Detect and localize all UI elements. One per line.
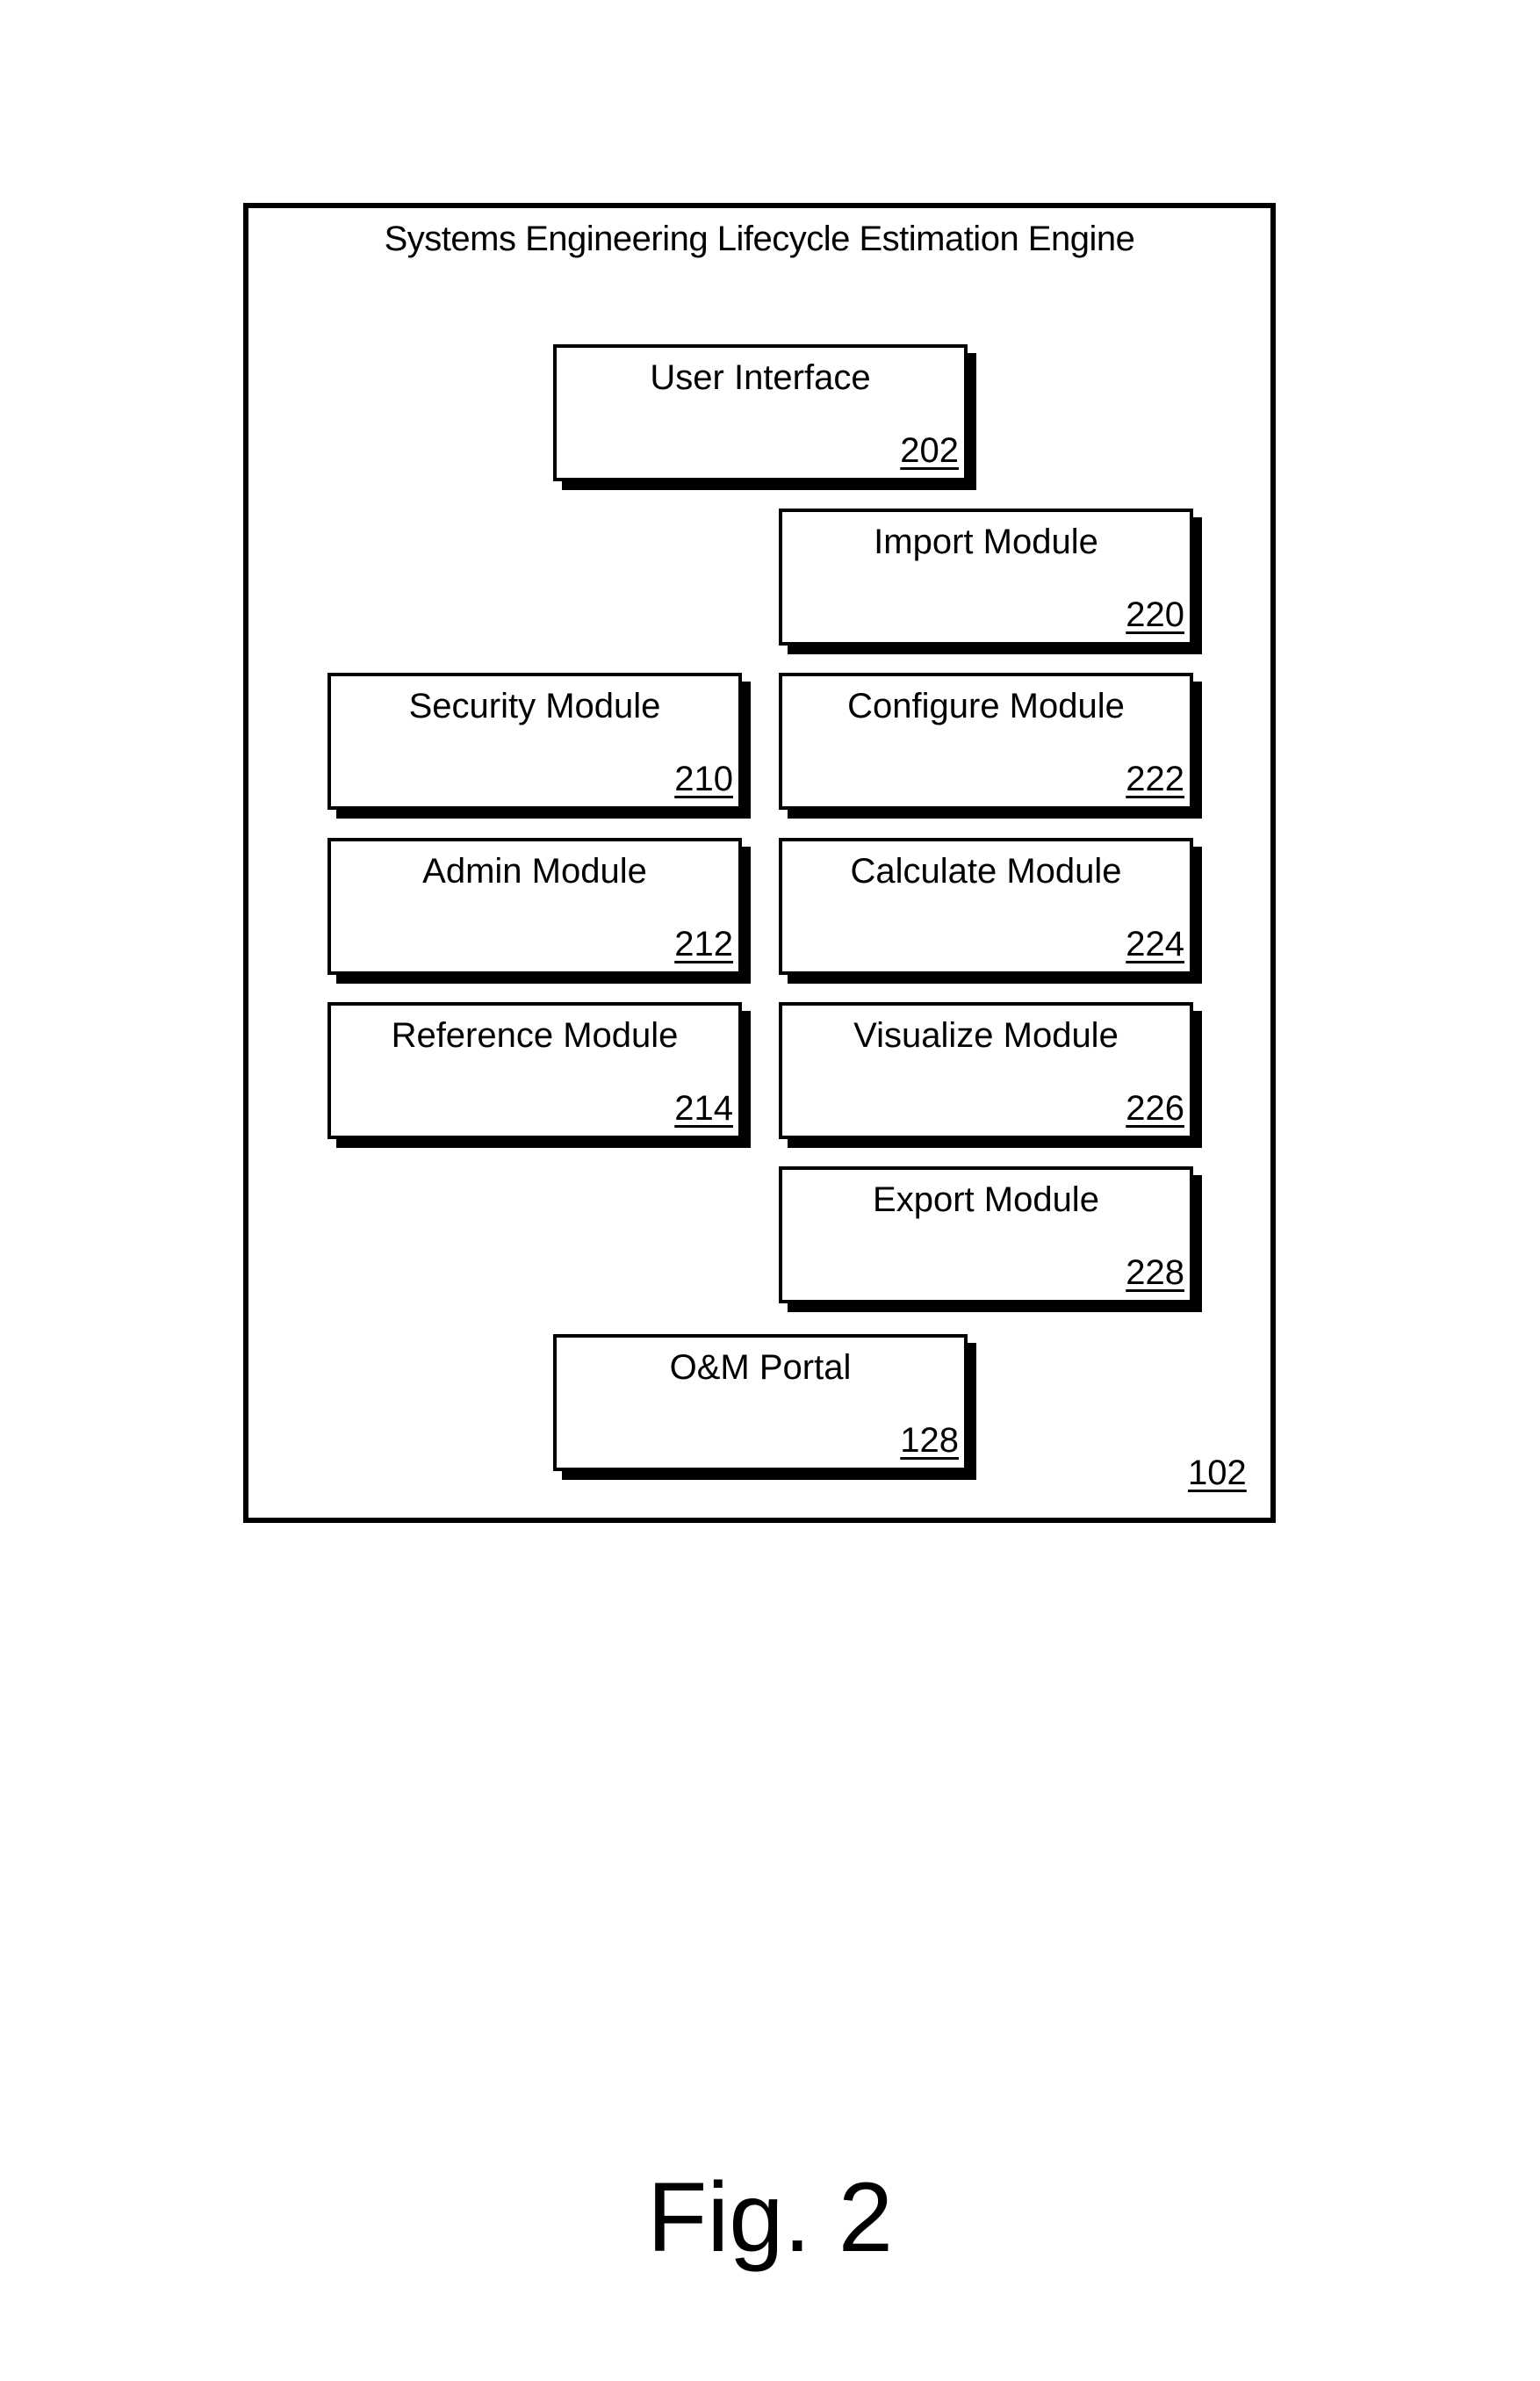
engine-title: Systems Engineering Lifecycle Estimation…: [384, 220, 1135, 258]
box-ref-number: 202: [900, 431, 959, 470]
figure-label: Fig. 2: [646, 2162, 894, 2272]
box-label: Calculate Module: [850, 852, 1122, 891]
configure-module-box: Configure Module 222: [779, 673, 1193, 810]
box-label: Security Module: [408, 687, 661, 725]
box-ref-number: 212: [674, 925, 733, 963]
user-interface-box: User Interface 202: [553, 344, 968, 481]
box-label: Import Module: [874, 523, 1098, 561]
box-label: O&M Portal: [669, 1348, 852, 1387]
box-label: Admin Module: [422, 852, 647, 891]
frame-ref-number: 102: [1188, 1454, 1247, 1492]
om-portal-box: O&M Portal 128: [553, 1334, 968, 1471]
admin-module-box: Admin Module 212: [327, 838, 742, 975]
export-module-box: Export Module 228: [779, 1166, 1193, 1303]
security-module-box: Security Module 210: [327, 673, 742, 810]
visualize-module-box: Visualize Module 226: [779, 1002, 1193, 1139]
box-label: Configure Module: [847, 687, 1125, 725]
box-label: User Interface: [650, 358, 871, 397]
box-ref-number: 220: [1126, 595, 1184, 634]
box-ref-number: 214: [674, 1089, 733, 1128]
reference-module-box: Reference Module 214: [327, 1002, 742, 1139]
import-module-box: Import Module 220: [779, 509, 1193, 646]
box-ref-number: 228: [1126, 1253, 1184, 1292]
box-ref-number: 224: [1126, 925, 1184, 963]
calculate-module-box: Calculate Module 224: [779, 838, 1193, 975]
box-ref-number: 128: [900, 1421, 959, 1460]
box-label: Visualize Module: [853, 1016, 1119, 1055]
box-label: Reference Module: [391, 1016, 679, 1055]
box-ref-number: 210: [674, 760, 733, 798]
box-ref-number: 226: [1126, 1089, 1184, 1128]
box-label: Export Module: [873, 1180, 1099, 1219]
box-ref-number: 222: [1126, 760, 1184, 798]
